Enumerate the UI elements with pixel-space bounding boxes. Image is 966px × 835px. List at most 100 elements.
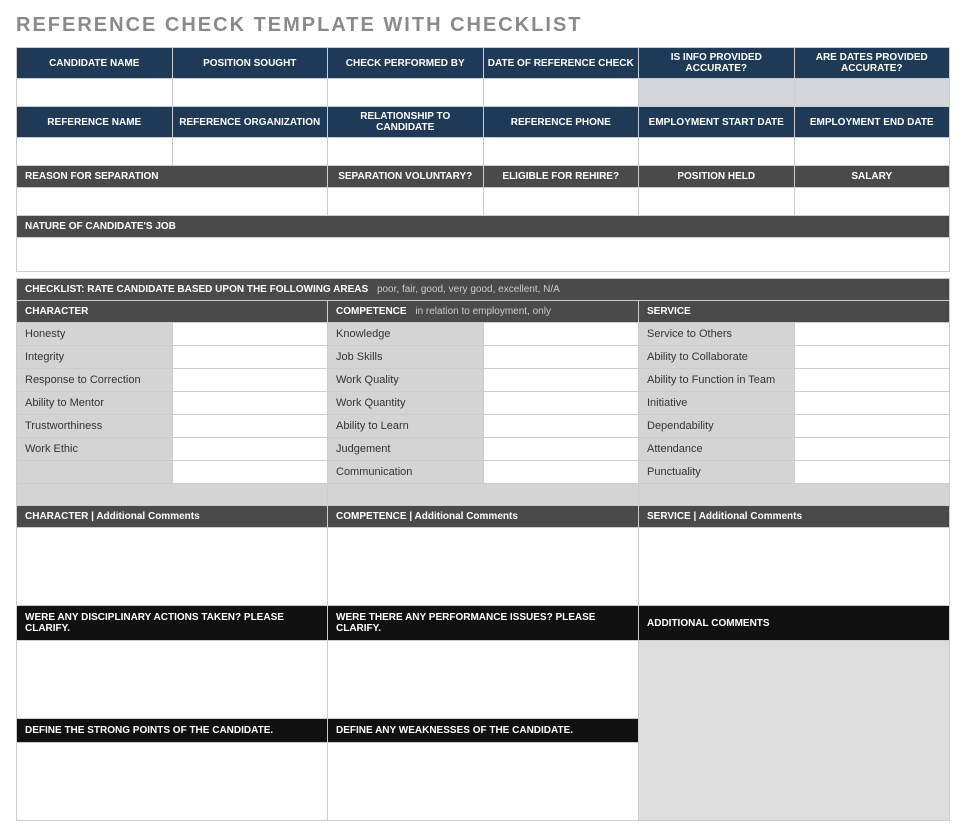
checklist-title-bar: CHECKLIST: RATE CANDIDATE BASED UPON THE… [17, 279, 950, 301]
competence-label: COMPETENCE [336, 306, 407, 317]
input-eligible-rehire[interactable] [483, 188, 639, 216]
input-position-held[interactable] [639, 188, 795, 216]
col-character: CHARACTER [17, 301, 328, 323]
input-emp-start[interactable] [639, 138, 795, 166]
comp-value[interactable] [483, 461, 639, 484]
performance-header: WERE THERE ANY PERFORMANCE ISSUES? PLEAS… [328, 606, 639, 641]
serv-item: Ability to Collaborate [639, 346, 795, 369]
serv-item: Punctuality [639, 461, 795, 484]
input-reason-separation[interactable] [17, 188, 328, 216]
serv-value[interactable] [794, 438, 950, 461]
serv-item: Service to Others [639, 323, 795, 346]
input-info-accurate[interactable] [639, 79, 795, 107]
col-reason-separation: REASON FOR SEPARATION [17, 166, 328, 188]
comp-item: Work Quantity [328, 392, 484, 415]
comp-item: Job Skills [328, 346, 484, 369]
input-reference-phone[interactable] [483, 138, 639, 166]
char-value[interactable] [172, 323, 328, 346]
strong-header: DEFINE THE STRONG POINTS OF THE CANDIDAT… [17, 719, 328, 743]
col-info-accurate: IS INFO PROVIDED ACCURATE? [639, 48, 795, 79]
char-value[interactable] [172, 415, 328, 438]
col-date-of-check: DATE OF REFERENCE CHECK [483, 48, 639, 79]
page-title: REFERENCE CHECK TEMPLATE WITH CHECKLIST [16, 14, 950, 37]
comp-value[interactable] [483, 346, 639, 369]
comp-item: Ability to Learn [328, 415, 484, 438]
additional-header: ADDITIONAL COMMENTS [639, 606, 950, 641]
char-value[interactable] [172, 346, 328, 369]
input-nature-job[interactable] [17, 238, 950, 272]
disciplinary-header: WERE ANY DISCIPLINARY ACTIONS TAKEN? PLE… [17, 606, 328, 641]
input-reference-name[interactable] [17, 138, 173, 166]
serv-value[interactable] [794, 392, 950, 415]
comp-item: Judgement [328, 438, 484, 461]
col-competence: COMPETENCE in relation to employment, on… [328, 301, 639, 323]
serv-item: Ability to Function in Team [639, 369, 795, 392]
col-separation-voluntary: SEPARATION VOLUNTARY? [328, 166, 484, 188]
serv-comments-input[interactable] [639, 528, 950, 606]
checklist-title: CHECKLIST: RATE CANDIDATE BASED UPON THE… [25, 284, 368, 295]
char-value[interactable] [172, 369, 328, 392]
col-service: SERVICE [639, 301, 950, 323]
comp-value[interactable] [483, 392, 639, 415]
serv-item: Initiative [639, 392, 795, 415]
comp-item: Communication [328, 461, 484, 484]
char-value[interactable] [172, 461, 328, 484]
serv-value[interactable] [794, 369, 950, 392]
comp-comments-header: COMPETENCE | Additional Comments [328, 506, 639, 528]
checklist-scale: poor, fair, good, very good, excellent, … [377, 284, 560, 295]
serv-value[interactable] [794, 323, 950, 346]
col-position-sought: POSITION SOUGHT [172, 48, 328, 79]
serv-comments-header: SERVICE | Additional Comments [639, 506, 950, 528]
disciplinary-input[interactable] [17, 641, 328, 719]
comp-item: Knowledge [328, 323, 484, 346]
weak-header: DEFINE ANY WEAKNESSES OF THE CANDIDATE. [328, 719, 639, 743]
comp-value[interactable] [483, 323, 639, 346]
serv-value[interactable] [794, 346, 950, 369]
serv-value[interactable] [794, 461, 950, 484]
col-reference-org: REFERENCE ORGANIZATION [172, 107, 328, 138]
col-reference-name: REFERENCE NAME [17, 107, 173, 138]
serv-item: Dependability [639, 415, 795, 438]
input-relationship[interactable] [328, 138, 484, 166]
input-dates-accurate[interactable] [794, 79, 950, 107]
input-position-sought[interactable] [172, 79, 328, 107]
comp-value[interactable] [483, 415, 639, 438]
col-nature-job: NATURE OF CANDIDATE'S JOB [17, 216, 950, 238]
input-reference-org[interactable] [172, 138, 328, 166]
input-check-performed-by[interactable] [328, 79, 484, 107]
col-position-held: POSITION HELD [639, 166, 795, 188]
col-candidate-name: CANDIDATE NAME [17, 48, 173, 79]
comp-pad [328, 484, 639, 506]
serv-item: Attendance [639, 438, 795, 461]
char-item: Ability to Mentor [17, 392, 173, 415]
competence-sub: in relation to employment, only [415, 306, 551, 317]
char-value[interactable] [172, 392, 328, 415]
comp-value[interactable] [483, 438, 639, 461]
comp-comments-input[interactable] [328, 528, 639, 606]
performance-input[interactable] [328, 641, 639, 719]
additional-input[interactable] [639, 641, 950, 821]
input-salary[interactable] [794, 188, 950, 216]
strong-input[interactable] [17, 743, 328, 821]
col-check-performed-by: CHECK PERFORMED BY [328, 48, 484, 79]
weak-input[interactable] [328, 743, 639, 821]
checklist-table: CHECKLIST: RATE CANDIDATE BASED UPON THE… [16, 278, 950, 821]
char-item-empty [17, 461, 173, 484]
char-comments-input[interactable] [17, 528, 328, 606]
input-emp-end[interactable] [794, 138, 950, 166]
input-candidate-name[interactable] [17, 79, 173, 107]
comp-value[interactable] [483, 369, 639, 392]
char-item: Integrity [17, 346, 173, 369]
input-separation-voluntary[interactable] [328, 188, 484, 216]
char-item: Trustworthiness [17, 415, 173, 438]
char-comments-header: CHARACTER | Additional Comments [17, 506, 328, 528]
serv-pad [639, 484, 950, 506]
col-relationship: RELATIONSHIP TO CANDIDATE [328, 107, 484, 138]
char-item: Response to Correction [17, 369, 173, 392]
comp-item: Work Quality [328, 369, 484, 392]
col-reference-phone: REFERENCE PHONE [483, 107, 639, 138]
input-date-of-check[interactable] [483, 79, 639, 107]
col-salary: SALARY [794, 166, 950, 188]
char-value[interactable] [172, 438, 328, 461]
serv-value[interactable] [794, 415, 950, 438]
